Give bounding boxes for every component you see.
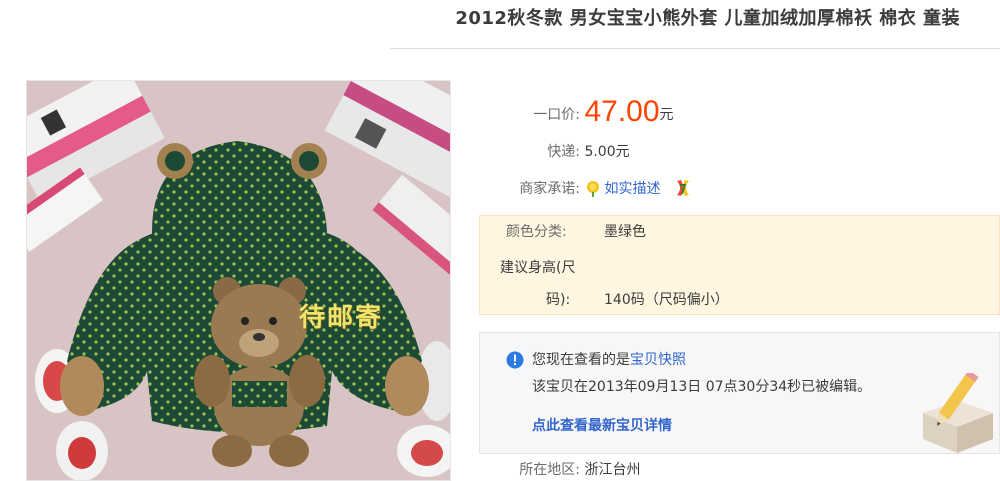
promise-link[interactable]: 如实描述	[604, 181, 660, 197]
location-label: 所在地区:	[519, 462, 580, 478]
view-latest-link[interactable]: 点此查看最新宝贝详情	[532, 415, 672, 435]
sku-options-panel: 颜色分类: 墨绿色 建议身高(尺 码): 140码（尺码偏小）	[479, 215, 1000, 315]
photo-watermark: 待邮寄	[299, 303, 384, 333]
sun-flower-icon	[587, 181, 600, 197]
location-row: 所在地区: 浙江台州	[500, 460, 640, 480]
height-label-line-1: 建议身高(尺	[500, 260, 576, 276]
snapshot-notice-text: 您现在查看的是宝贝快照	[532, 349, 686, 371]
location-value: 浙江台州	[584, 462, 641, 478]
price-label: 一口价:	[533, 107, 580, 123]
promise-row: 商家承诺: 如实描述	[500, 178, 693, 200]
seven-day-return-icon[interactable]	[673, 178, 693, 198]
box-pencil-icon	[923, 373, 993, 453]
price-row: 一口价: 47.00元	[500, 90, 674, 134]
product-photo-illustration	[27, 81, 450, 480]
height-value[interactable]: 140码（尺码偏小）	[604, 290, 729, 310]
shipping-value: 5.00元	[584, 144, 630, 160]
promise-label: 商家承诺:	[519, 181, 580, 197]
color-option-row: 颜色分类:	[506, 222, 567, 242]
price-value: 47.00	[584, 95, 660, 128]
shipping-row: 快递: 5.00元	[500, 142, 630, 162]
snapshot-notice-prefix: 您现在查看的是	[532, 352, 630, 368]
snapshot-edited-text: 该宝贝在2013年09月13日 07点30分34秒已被编辑。	[532, 379, 872, 395]
snapshot-link[interactable]: 宝贝快照	[630, 352, 686, 368]
color-value[interactable]: 墨绿色	[604, 222, 646, 242]
product-title: 2012秋冬款 男女宝宝小熊外套 儿童加绒加厚棉袄 棉衣 童装	[455, 8, 960, 29]
info-icon	[506, 351, 524, 369]
snapshot-notice: 您现在查看的是宝贝快照 该宝贝在2013年09月13日 07点30分34秒已被编…	[479, 332, 1000, 454]
price-unit: 元	[659, 107, 674, 123]
color-label: 颜色分类:	[506, 224, 567, 240]
product-photo[interactable]: 待邮寄	[26, 80, 451, 481]
shipping-label: 快递:	[547, 144, 580, 160]
height-label-line-2: 码):	[546, 292, 571, 308]
title-divider	[390, 48, 1000, 49]
